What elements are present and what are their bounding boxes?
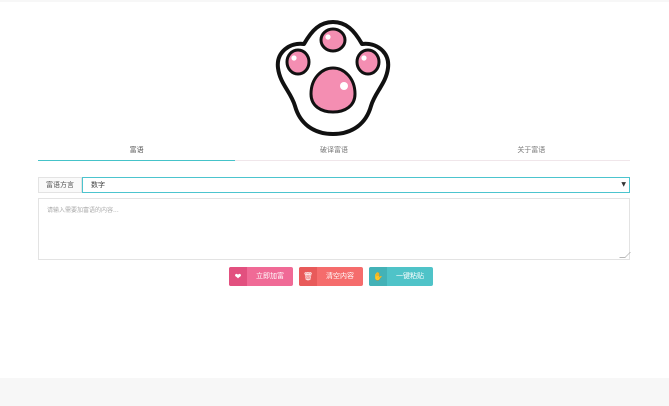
encode-button-label: 立即加富 xyxy=(256,272,284,280)
page: 富语 破译富语 关于富语 富语方言 数字 ▼ 请输入需要加富语的内容... ❤ … xyxy=(0,0,669,406)
dictionary-row: 富语方言 数字 ▼ xyxy=(38,177,630,193)
resize-handle-icon[interactable] xyxy=(619,252,631,258)
clear-button[interactable]: 🗑 清空内容 xyxy=(299,267,363,286)
top-bar xyxy=(0,0,669,2)
tab-decode[interactable]: 破译富语 xyxy=(235,142,432,160)
action-buttons: ❤ 立即加富 🗑 清空内容 ✋ 一键粘贴 xyxy=(229,267,433,286)
tab-encode[interactable]: 富语 xyxy=(38,142,236,161)
dictionary-select[interactable]: 数字 ▼ xyxy=(82,177,630,193)
encode-button[interactable]: ❤ 立即加富 xyxy=(229,267,293,286)
tab-about[interactable]: 关于富语 xyxy=(433,142,630,160)
dictionary-label: 富语方言 xyxy=(38,177,82,193)
chevron-down-icon: ▼ xyxy=(621,181,626,188)
cat-paw-logo xyxy=(275,20,391,136)
trash-icon: 🗑 xyxy=(299,267,317,286)
content-placeholder: 请输入需要加富语的内容... xyxy=(47,207,119,214)
tab-bar: 富语 破译富语 关于富语 xyxy=(38,142,630,161)
paste-button-label: 一键粘贴 xyxy=(396,272,424,280)
clear-button-label: 清空内容 xyxy=(326,272,354,280)
heart-icon: ❤ xyxy=(229,267,247,286)
dictionary-selected-value: 数字 xyxy=(91,181,105,189)
paste-button[interactable]: ✋ 一键粘贴 xyxy=(369,267,433,286)
hand-icon: ✋ xyxy=(369,267,387,286)
content-textarea[interactable]: 请输入需要加富语的内容... xyxy=(38,198,631,260)
footer xyxy=(0,378,669,406)
